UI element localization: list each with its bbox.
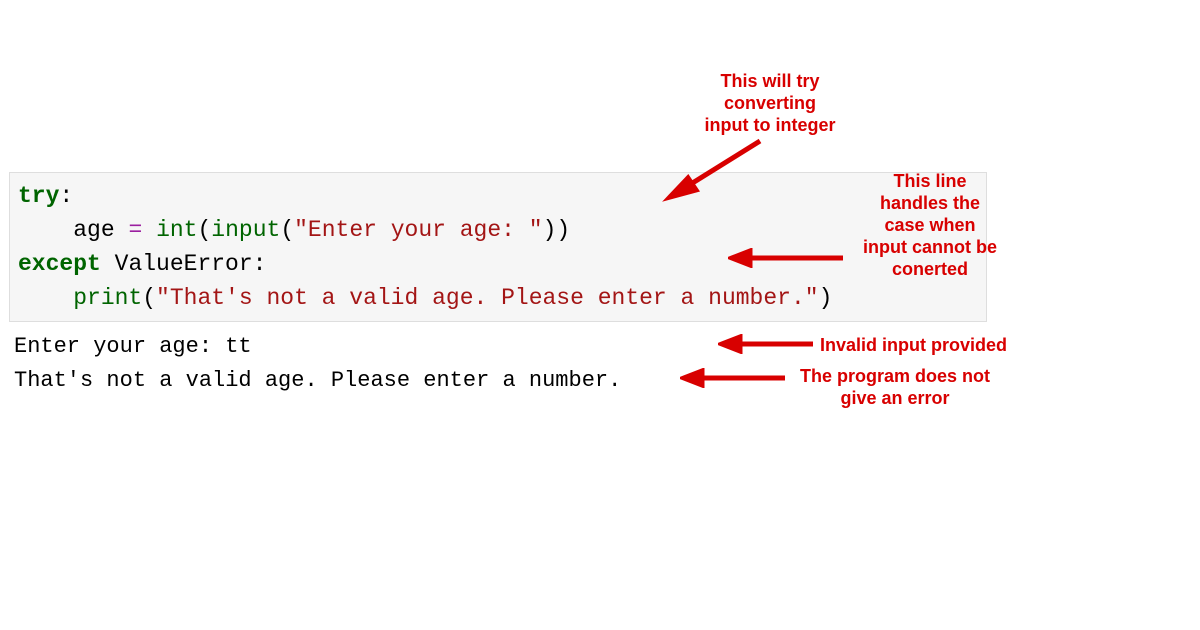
fn-int: int: [156, 217, 197, 243]
err-type: ValueError: [115, 251, 253, 277]
annotation-try-convert: This will try converting input to intege…: [680, 70, 860, 136]
paren: (: [197, 217, 211, 243]
annotation-invalid-input: Invalid input provided: [820, 334, 1007, 356]
space: [101, 251, 115, 277]
fn-input: input: [211, 217, 280, 243]
colon: :: [59, 183, 73, 209]
indent: [18, 217, 73, 243]
colon: :: [253, 251, 267, 277]
arrow-icon: [718, 334, 818, 354]
kw-except: except: [18, 251, 101, 277]
output-line2: That's not a valid age. Please enter a n…: [14, 368, 621, 393]
fn-print: print: [73, 285, 142, 311]
str-msg: "That's not a valid age. Please enter a …: [156, 285, 819, 311]
str-prompt: "Enter your age: ": [294, 217, 542, 243]
arrow-icon: [640, 135, 780, 215]
output-block: Enter your age: tt That's not a valid ag…: [14, 330, 621, 398]
arrow-icon: [728, 248, 848, 268]
kw-try: try: [18, 183, 59, 209]
var-age: age: [73, 217, 114, 243]
annotation-no-error: The program does not give an error: [790, 365, 1000, 409]
annotation-except-handles: This line handles the case when input ca…: [850, 170, 1010, 280]
arrow-icon: [680, 368, 790, 388]
op-eq: =: [115, 217, 156, 243]
paren: (: [280, 217, 294, 243]
paren: ): [819, 285, 833, 311]
paren: )): [543, 217, 571, 243]
output-line1: Enter your age: tt: [14, 334, 252, 359]
paren: (: [142, 285, 156, 311]
code-block: try: age = int(input("Enter your age: ")…: [9, 172, 987, 322]
indent: [18, 285, 73, 311]
